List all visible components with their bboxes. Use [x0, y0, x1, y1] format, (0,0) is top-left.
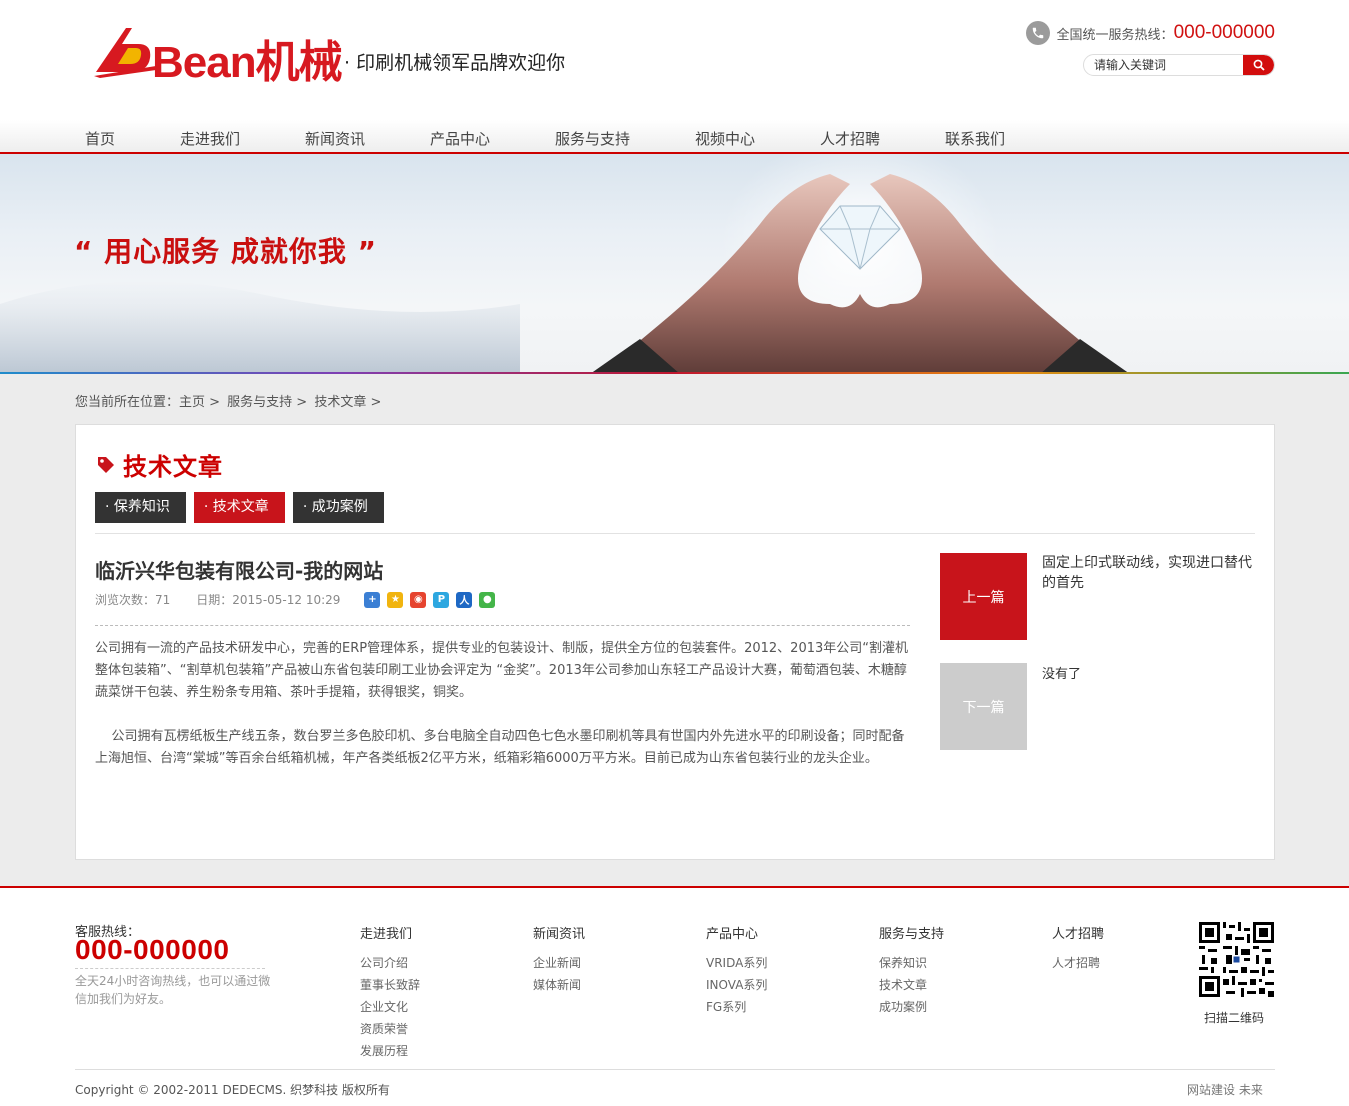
nav-item-jobs[interactable]: 人才招聘: [820, 128, 880, 149]
article-rule: [95, 625, 910, 626]
qr-code-icon: [1199, 922, 1274, 997]
footer-link[interactable]: 资质荣誉: [360, 1018, 420, 1040]
footer-link[interactable]: 企业文化: [360, 996, 420, 1018]
article-paragraph: 公司拥有一流的产品技术研发中心，完善的ERP管理体系，提供专业的包装设计、制版，…: [95, 641, 908, 700]
logo-mark-icon: [94, 28, 156, 78]
banner-quote: “ 用心服务 成就你我 ”: [74, 235, 378, 268]
footer-hotline-number: 000-000000: [75, 934, 230, 965]
nav-item-home[interactable]: 首页: [85, 128, 115, 149]
site-footer: 客服热线： 000-000000 全天24小时咨询热线，也可以通过微信加我们为好…: [0, 886, 1349, 1106]
publish-date: 日期：2015-05-12 10:29: [196, 593, 341, 607]
site-header: Bean机械 · 印刷机械领军品牌欢迎你 全国统一服务热线： 000-00000…: [0, 0, 1349, 120]
footer-col-products: 产品中心 VRIDA系列 INOVA系列 FG系列: [706, 923, 767, 1018]
article-title: 临沂兴华包装有限公司-我的网站: [95, 559, 384, 583]
next-article-title: 没有了: [1042, 667, 1082, 682]
nav-item-service[interactable]: 服务与支持: [555, 128, 630, 149]
breadcrumb-home[interactable]: 您当前所在位置：主页 >: [75, 395, 220, 410]
nav-item-about[interactable]: 走进我们: [180, 128, 240, 149]
view-count: 浏览次数：71: [95, 593, 171, 607]
footer-link[interactable]: 技术文章: [879, 974, 944, 996]
footer-col-news: 新闻资讯 企业新闻 媒体新闻: [533, 923, 585, 996]
footer-col-about: 走进我们 公司介绍 董事长致辞 企业文化 资质荣誉 发展历程: [360, 923, 420, 1062]
nav-item-products[interactable]: 产品中心: [430, 128, 490, 149]
watermark: 网站建设 未来: [1187, 1083, 1263, 1097]
header-hotline: 全国统一服务热线： 000-000000: [1025, 20, 1275, 46]
footer-col-service: 服务与支持 保养知识 技术文章 成功案例: [879, 923, 944, 1018]
footer-note: 全天24小时咨询热线，也可以通过微信加我们为好友。: [75, 974, 271, 1006]
banner-color-strip: [0, 372, 1349, 374]
footer-rule: [75, 1069, 1275, 1070]
search-box: [1083, 54, 1275, 76]
search-button[interactable]: [1243, 55, 1274, 75]
breadcrumb-service[interactable]: 服务与支持 >: [227, 395, 307, 410]
hotline-label: 全国统一服务热线：: [1056, 27, 1174, 43]
breadcrumb-tech-articles[interactable]: 技术文章 >: [314, 395, 381, 410]
article-paragraph: 公司拥有瓦楞纸板生产线五条，数台罗兰多色胶印机、多台电脑全自动四色七色水墨印刷机…: [95, 729, 905, 766]
footer-col-jobs: 人才招聘 人才招聘: [1052, 923, 1104, 974]
content-panel: 技术文章 · 保养知识 · 技术文章 · 成功案例 临沂兴华包装有限公司-我的网…: [75, 424, 1275, 860]
footer-col-title[interactable]: 产品中心: [706, 923, 767, 942]
divider: [95, 533, 1255, 534]
footer-link[interactable]: 成功案例: [879, 996, 944, 1018]
phone-icon: [1025, 21, 1050, 45]
main-nav: 首页 走进我们 新闻资讯 产品中心 服务与支持 视频中心 人才招聘 联系我们: [0, 120, 1349, 154]
nav-item-contact[interactable]: 联系我们: [945, 128, 1005, 149]
footer-link[interactable]: INOVA系列: [706, 974, 767, 996]
slogan: · 印刷机械领军品牌欢迎你: [344, 52, 566, 74]
footer-link[interactable]: 企业新闻: [533, 952, 585, 974]
footer-link[interactable]: FG系列: [706, 996, 767, 1018]
section-heading: 技术文章: [96, 447, 223, 482]
share-tencent-icon[interactable]: P: [433, 591, 450, 608]
footer-col-title[interactable]: 新闻资讯: [533, 923, 585, 942]
qr-label: 扫描二维码: [1204, 1011, 1265, 1025]
footer-link[interactable]: 人才招聘: [1052, 952, 1104, 974]
footer-link[interactable]: 发展历程: [360, 1040, 420, 1062]
tag-icon: [98, 456, 114, 473]
breadcrumb: 您当前所在位置：主页 > 服务与支持 > 技术文章 >: [75, 391, 384, 410]
prev-article-title[interactable]: 固定上印式联动线，实现进口替代的首先: [1042, 553, 1262, 593]
nav-item-news[interactable]: 新闻资讯: [305, 128, 365, 149]
category-tabs: · 保养知识 · 技术文章 · 成功案例: [95, 492, 392, 523]
footer-col-title[interactable]: 服务与支持: [879, 923, 944, 942]
tab-maintenance[interactable]: · 保养知识: [95, 492, 186, 523]
copyright: Copyright © 2002-2011 DEDECMS. 织梦科技 版权所有: [75, 1083, 390, 1097]
share-renren-icon[interactable]: 人: [456, 591, 473, 608]
footer-link[interactable]: 媒体新闻: [533, 974, 585, 996]
footer-col-title[interactable]: 人才招聘: [1052, 923, 1104, 942]
share-wechat-icon[interactable]: ●: [479, 591, 496, 608]
next-article-button[interactable]: 下一篇: [940, 663, 1027, 750]
share-weibo-icon[interactable]: ◉: [410, 591, 427, 608]
prev-article-button[interactable]: 上一篇: [940, 553, 1027, 640]
footer-link[interactable]: 公司介绍: [360, 952, 420, 974]
share-bar: + ★ ◉ P 人 ●: [364, 591, 502, 608]
share-more-icon[interactable]: +: [364, 591, 381, 608]
share-qzone-icon[interactable]: ★: [387, 591, 404, 608]
hotline-number: 000-000000: [1173, 22, 1275, 43]
footer-col-title[interactable]: 走进我们: [360, 923, 420, 942]
site-logo[interactable]: Bean机械: [92, 18, 343, 87]
article-meta: 浏览次数：71 日期：2015-05-12 10:29 + ★ ◉ P 人 ●: [95, 591, 502, 608]
footer-hotline-rule: [75, 968, 265, 969]
footer-link[interactable]: 董事长致辞: [360, 974, 420, 996]
tab-tech-articles[interactable]: · 技术文章: [193, 492, 285, 523]
footer-link[interactable]: 保养知识: [879, 952, 944, 974]
section-title: 技术文章: [123, 453, 223, 481]
tab-success-cases[interactable]: · 成功案例: [292, 492, 384, 523]
hero-banner: “ 用心服务 成就你我 ”: [0, 154, 1349, 374]
search-input[interactable]: [1084, 55, 1244, 75]
footer-link[interactable]: VRIDA系列: [706, 952, 767, 974]
brand-name: Bean机械: [152, 38, 343, 87]
article-body: 公司拥有一流的产品技术研发中心，完善的ERP管理体系，提供专业的包装设计、制版，…: [95, 638, 910, 770]
nav-item-video[interactable]: 视频中心: [695, 128, 755, 149]
search-icon: [1253, 59, 1265, 71]
